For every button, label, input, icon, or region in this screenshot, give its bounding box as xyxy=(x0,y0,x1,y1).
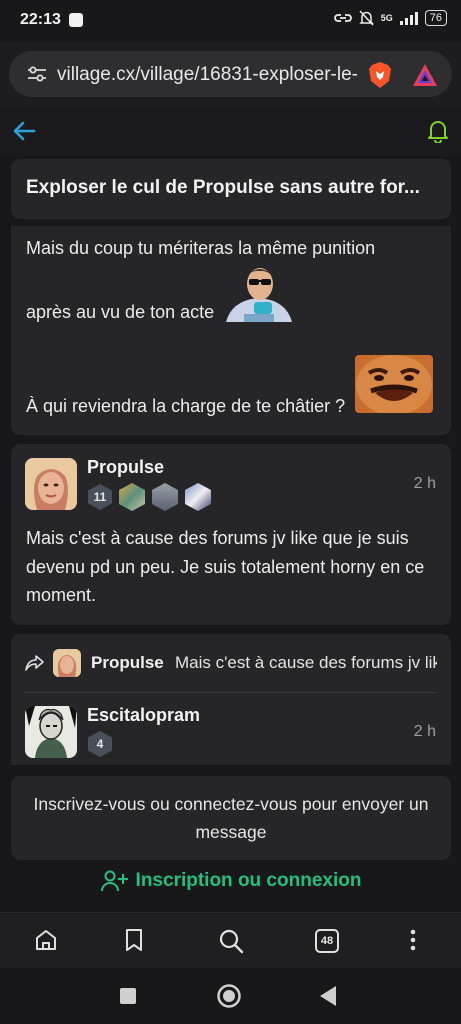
mute-bell-icon xyxy=(358,10,374,26)
message-time: 2 h xyxy=(413,475,436,492)
message-line: Mais du coup tu mériteras la même puniti… xyxy=(26,238,376,258)
browser-bottom-bar: 48 xyxy=(0,912,461,969)
message-text: Mais c'est à cause des forums jv like qu… xyxy=(26,528,425,605)
bookmark-icon[interactable] xyxy=(124,928,144,952)
search-icon[interactable] xyxy=(218,928,244,954)
status-time: 22:13 xyxy=(20,11,61,28)
achievement-badge[interactable] xyxy=(185,483,211,511)
thread-title: Exploser le cul de Propulse sans autre f… xyxy=(26,177,420,198)
status-bar: 22:13 5G 76 xyxy=(0,0,461,42)
reply-avatar xyxy=(53,649,81,677)
notification-bell-icon[interactable] xyxy=(427,119,449,143)
more-menu-icon[interactable] xyxy=(408,928,418,952)
recents-icon[interactable] xyxy=(119,987,137,1005)
username[interactable]: Propulse xyxy=(87,457,164,478)
message-line: après au vu de ton acte xyxy=(26,302,215,322)
back-arrow-icon[interactable] xyxy=(12,120,36,142)
thread-title-card[interactable]: Exploser le cul de Propulse sans autre f… xyxy=(11,159,451,219)
signal-icon xyxy=(399,11,418,25)
site-settings-icon[interactable] xyxy=(27,65,47,83)
divider xyxy=(25,692,436,693)
signup-label: Inscription ou connexion xyxy=(135,870,362,891)
signup-button[interactable]: Inscription ou connexion xyxy=(0,870,461,906)
reply-quote[interactable]: Propulse Mais c'est à cause des forums j… xyxy=(11,634,451,692)
level-badge: 4 xyxy=(88,731,112,757)
message-card: Propulse 11 2 h Mais c'est à cause des f… xyxy=(11,444,451,625)
message-card: Propulse Mais c'est à cause des forums j… xyxy=(11,634,451,765)
avatar[interactable] xyxy=(25,458,77,510)
link-icon xyxy=(333,14,352,22)
browser-toolbar: village.cx/village/16831-exploser-le- xyxy=(0,42,461,106)
achievement-badge[interactable] xyxy=(119,483,145,511)
reply-arrow-icon xyxy=(25,655,44,671)
achievement-badge[interactable] xyxy=(152,483,178,511)
tabs-button[interactable]: 48 xyxy=(315,929,339,953)
sticker-man-sunglasses xyxy=(222,262,296,322)
login-prompt-card: Inscrivez-vous ou connectez-vous pour en… xyxy=(11,776,451,860)
login-prompt-text: Inscrivez-vous ou connectez-vous pour en… xyxy=(33,794,429,842)
username[interactable]: Escitalopram xyxy=(87,705,200,726)
message-line: À qui reviendra la charge de te châtier … xyxy=(26,396,346,416)
notification-icon xyxy=(69,13,83,27)
status-icons: 5G 76 xyxy=(333,10,447,26)
level-badge: 11 xyxy=(88,484,112,510)
address-bar[interactable]: village.cx/village/16831-exploser-le- xyxy=(9,51,452,97)
reply-snippet: Mais c'est à cause des forums jv like qu… xyxy=(175,653,437,672)
reply-username: Propulse xyxy=(91,653,164,672)
url-text[interactable]: village.cx/village/16831-exploser-le- xyxy=(57,64,357,86)
system-back-icon[interactable] xyxy=(319,985,337,1007)
brave-rewards-icon[interactable] xyxy=(411,62,439,88)
avatar[interactable] xyxy=(25,706,77,758)
message-time: 2 h xyxy=(413,723,436,740)
sticker-laughing-face xyxy=(355,355,433,413)
add-user-icon xyxy=(100,870,128,892)
home-circle-icon[interactable] xyxy=(216,983,242,1009)
battery-icon: 76 xyxy=(424,10,447,26)
network-type: 5G xyxy=(380,13,393,23)
brave-shields-icon[interactable] xyxy=(367,61,393,89)
system-navigation-bar xyxy=(0,968,461,1024)
app-header xyxy=(0,106,461,156)
home-icon[interactable] xyxy=(34,928,58,952)
message-card: Mais du coup tu mériteras la même puniti… xyxy=(11,226,451,435)
